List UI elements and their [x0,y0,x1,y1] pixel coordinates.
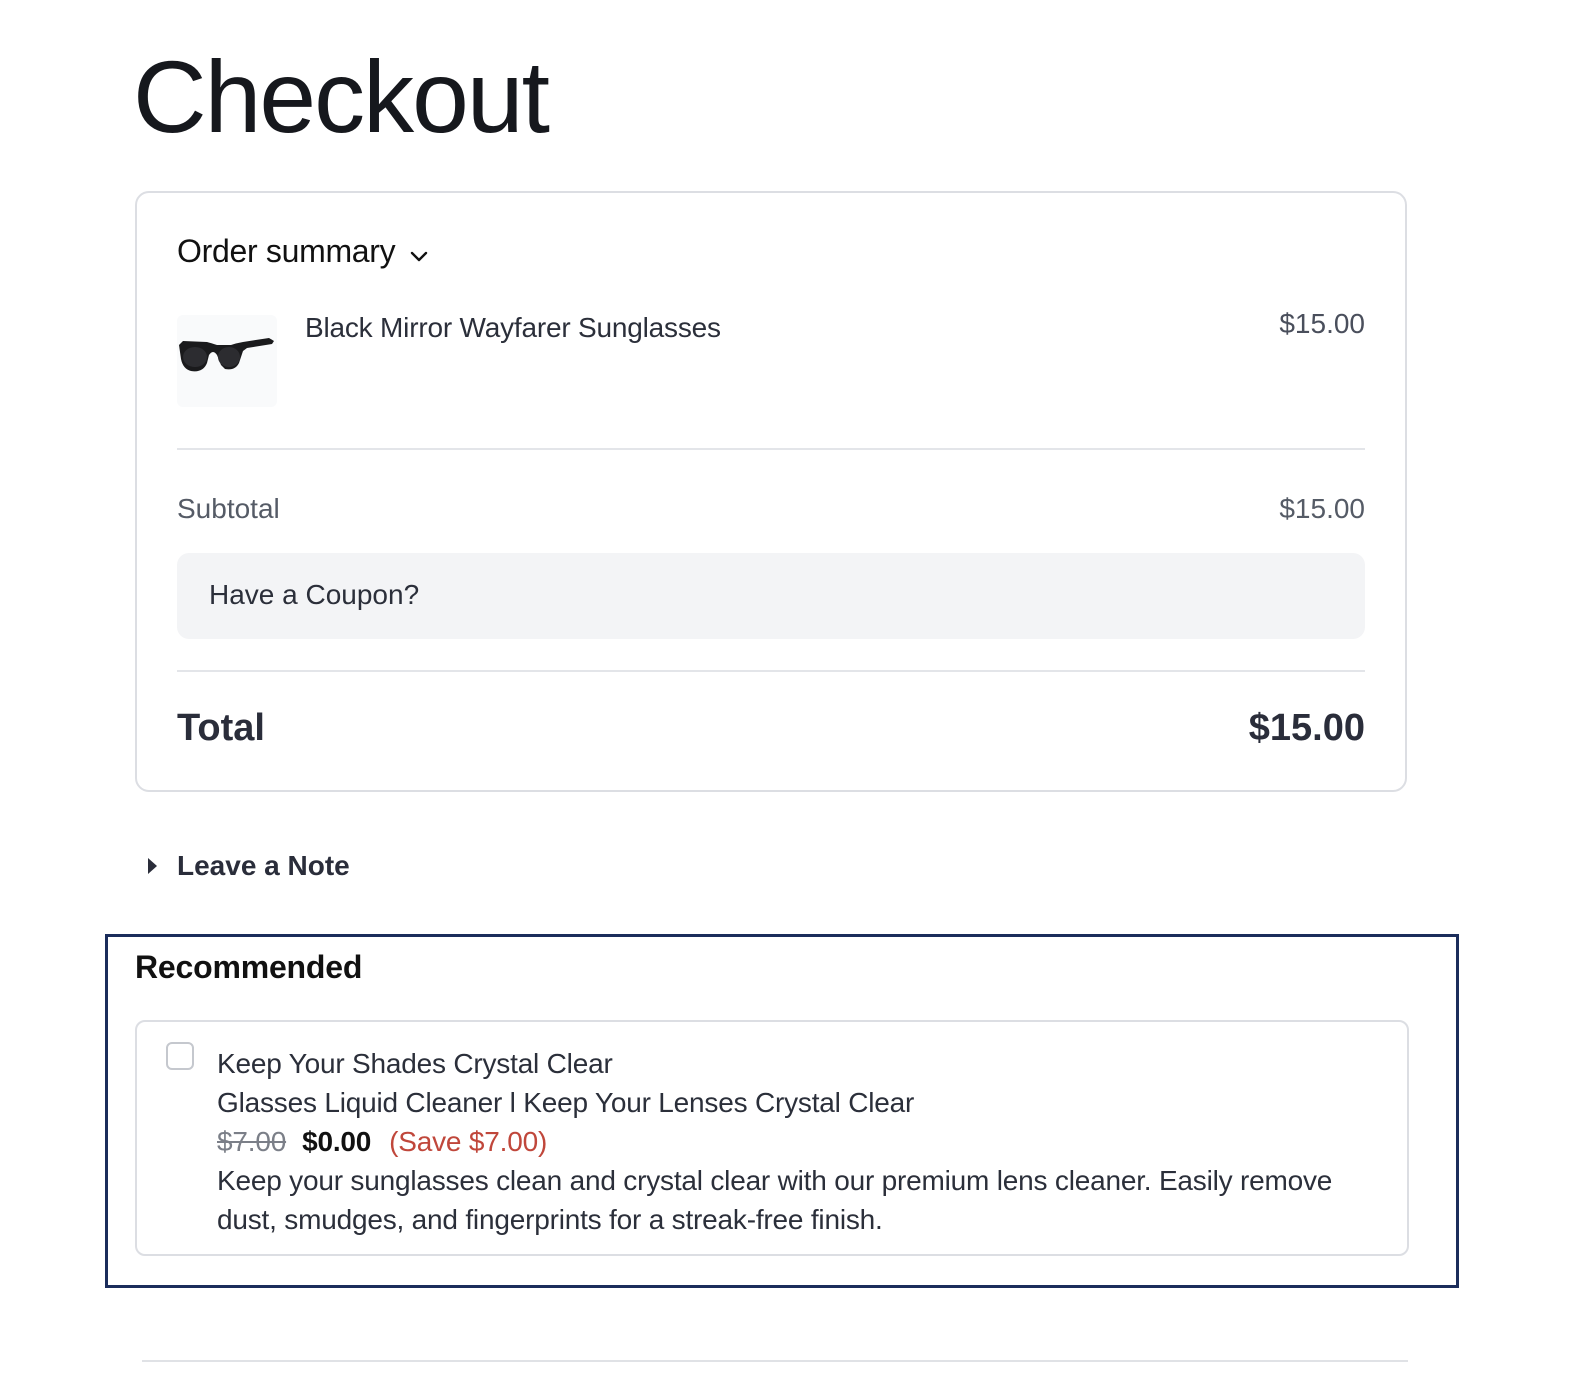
divider [177,448,1365,450]
recommended-item-price-row: $7.00 $0.00 (Save $7.00) [217,1122,1367,1161]
recommended-item-description: Keep your sunglasses clean and crystal c… [217,1165,1333,1235]
page-title: Checkout [133,40,550,154]
order-summary-card: Order summary Black Mirror Wayfarer Sung… [135,191,1407,792]
chevron-down-icon [411,251,428,261]
recommended-item-details: Keep Your Shades Crystal Clear Glasses L… [217,1044,1367,1239]
order-summary-toggle[interactable]: Order summary [177,233,429,270]
savings-text: (Save $7.00) [389,1126,548,1157]
order-summary-title: Order summary [177,233,396,269]
divider [177,670,1365,672]
coupon-label: Have a Coupon? [209,579,420,610]
recommended-title: Recommended [135,949,363,985]
recommended-item-checkbox[interactable] [166,1042,194,1070]
new-price: $0.00 [302,1126,372,1157]
product-name: Black Mirror Wayfarer Sunglasses [305,312,721,343]
caret-right-icon [148,858,157,874]
divider [142,1360,1408,1362]
subtotal-value: $15.00 [1279,493,1365,524]
coupon-toggle[interactable]: Have a Coupon? [177,553,1365,639]
total-label: Total [177,707,265,749]
recommended-item-card[interactable]: Keep Your Shades Crystal Clear Glasses L… [135,1020,1409,1256]
subtotal-label: Subtotal [177,493,280,524]
recommended-item-product-name: Glasses Liquid Cleaner l Keep Your Lense… [217,1087,915,1118]
product-price: $15.00 [1279,308,1365,339]
recommended-section: Recommended Keep Your Shades Crystal Cle… [105,934,1459,1288]
product-image [177,315,277,407]
old-price: $7.00 [217,1126,287,1157]
leave-note-label: Leave a Note [177,850,350,881]
recommended-item-headline: Keep Your Shades Crystal Clear [217,1048,613,1079]
total-value: $15.00 [1248,707,1365,749]
leave-note-toggle[interactable]: Leave a Note [148,850,350,882]
sunglasses-icon [179,338,274,372]
